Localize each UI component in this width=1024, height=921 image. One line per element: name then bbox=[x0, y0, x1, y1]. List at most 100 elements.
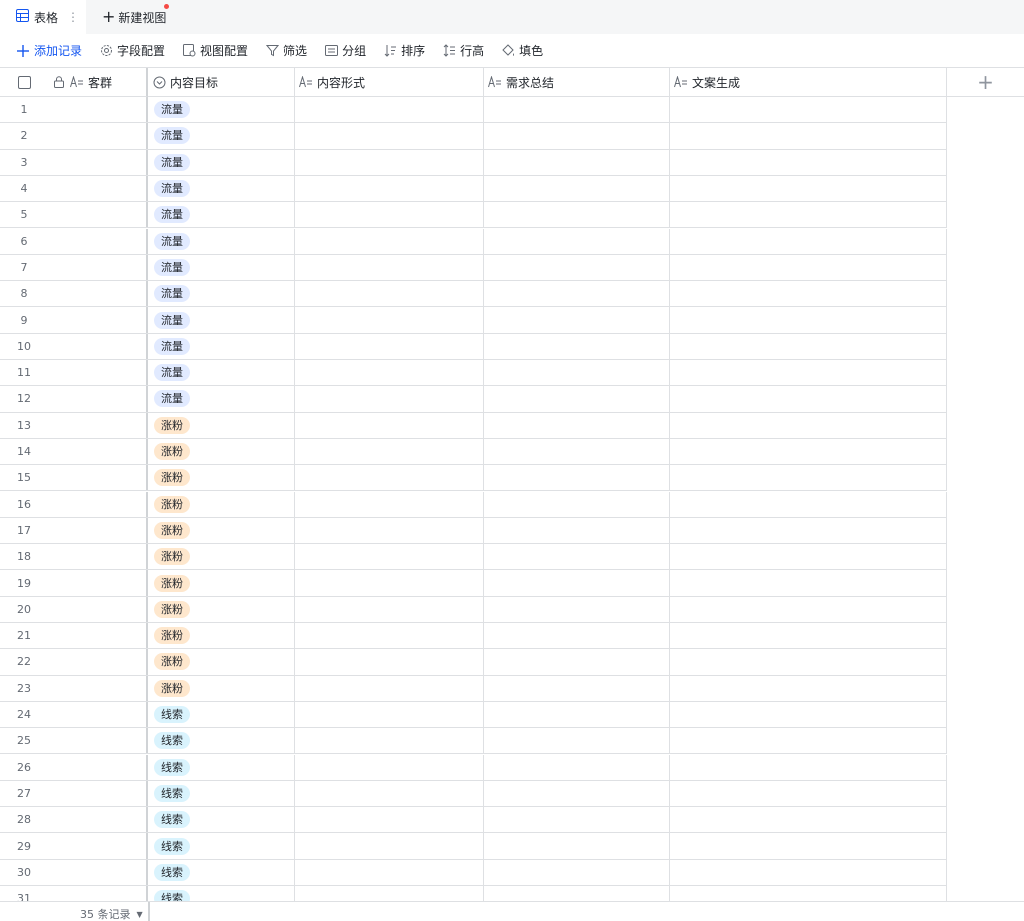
cell-copy[interactable] bbox=[670, 123, 947, 149]
cell-goal[interactable]: 流量 bbox=[148, 307, 295, 333]
table-row[interactable]: 10 流量 bbox=[0, 333, 947, 360]
cell-form[interactable] bbox=[295, 307, 484, 333]
cell-group[interactable] bbox=[48, 886, 148, 901]
cell-copy[interactable] bbox=[670, 754, 947, 780]
cell-copy[interactable] bbox=[670, 175, 947, 202]
table-row[interactable]: 8 流量 bbox=[0, 281, 947, 308]
cell-group[interactable] bbox=[48, 491, 148, 517]
table-row[interactable]: 21 涨粉 bbox=[0, 623, 947, 650]
cell-goal[interactable]: 涨粉 bbox=[148, 412, 295, 438]
table-row[interactable]: 9 流量 bbox=[0, 307, 947, 334]
cell-need[interactable] bbox=[484, 149, 670, 175]
cell-need[interactable] bbox=[484, 386, 670, 412]
cell-goal[interactable]: 线索 bbox=[148, 859, 295, 885]
cell-group[interactable] bbox=[48, 623, 148, 649]
cell-goal[interactable]: 涨粉 bbox=[148, 675, 295, 701]
cell-need[interactable] bbox=[484, 254, 670, 281]
cell-group[interactable] bbox=[48, 675, 148, 701]
cell-copy[interactable] bbox=[670, 465, 947, 491]
column-header-copy[interactable]: 文案生成 bbox=[670, 68, 947, 97]
cell-copy[interactable] bbox=[670, 623, 947, 649]
table-row[interactable]: 11 流量 bbox=[0, 360, 947, 387]
cell-form[interactable] bbox=[295, 754, 484, 780]
column-header-group[interactable]: 客群 bbox=[48, 68, 148, 97]
cell-form[interactable] bbox=[295, 886, 484, 901]
cell-group[interactable] bbox=[48, 544, 148, 570]
group-button[interactable]: 分组 bbox=[324, 42, 366, 59]
cell-need[interactable] bbox=[484, 728, 670, 754]
cell-form[interactable] bbox=[295, 859, 484, 885]
sort-button[interactable]: 排序 bbox=[383, 42, 425, 59]
cell-need[interactable] bbox=[484, 780, 670, 807]
cell-goal[interactable]: 流量 bbox=[148, 360, 295, 386]
cell-need[interactable] bbox=[484, 649, 670, 675]
cell-form[interactable] bbox=[295, 465, 484, 491]
cell-group[interactable] bbox=[48, 333, 148, 359]
table-row[interactable]: 18 涨粉 bbox=[0, 544, 947, 571]
cell-copy[interactable] bbox=[670, 807, 947, 833]
cell-need[interactable] bbox=[484, 623, 670, 649]
cell-copy[interactable] bbox=[670, 596, 947, 622]
cell-form[interactable] bbox=[295, 517, 484, 544]
cell-goal[interactable]: 涨粉 bbox=[148, 596, 295, 622]
cell-form[interactable] bbox=[295, 360, 484, 386]
cell-form[interactable] bbox=[295, 149, 484, 175]
cell-copy[interactable] bbox=[670, 886, 947, 901]
cell-goal[interactable]: 涨粉 bbox=[148, 438, 295, 465]
table-row[interactable]: 3 流量 bbox=[0, 149, 947, 176]
cell-copy[interactable] bbox=[670, 254, 947, 281]
add-column-button[interactable]: + bbox=[947, 68, 1024, 97]
cell-group[interactable] bbox=[48, 754, 148, 780]
cell-goal[interactable]: 流量 bbox=[148, 254, 295, 281]
cell-form[interactable] bbox=[295, 412, 484, 438]
cell-form[interactable] bbox=[295, 123, 484, 149]
table-row[interactable]: 22 涨粉 bbox=[0, 649, 947, 676]
cell-goal[interactable]: 涨粉 bbox=[148, 623, 295, 649]
cell-copy[interactable] bbox=[670, 333, 947, 359]
row-height-button[interactable]: 行高 bbox=[442, 42, 484, 59]
tab-table-view[interactable]: 表格 ⋮ bbox=[0, 0, 86, 34]
cell-goal[interactable]: 线索 bbox=[148, 886, 295, 901]
cell-copy[interactable] bbox=[670, 491, 947, 517]
cell-group[interactable] bbox=[48, 701, 148, 728]
cell-group[interactable] bbox=[48, 149, 148, 175]
cell-copy[interactable] bbox=[670, 360, 947, 386]
cell-form[interactable] bbox=[295, 254, 484, 281]
cell-group[interactable] bbox=[48, 438, 148, 465]
cell-group[interactable] bbox=[48, 649, 148, 675]
table-row[interactable]: 20 涨粉 bbox=[0, 596, 947, 623]
cell-form[interactable] bbox=[295, 807, 484, 833]
column-header-need[interactable]: 需求总结 bbox=[484, 68, 670, 97]
cell-copy[interactable] bbox=[670, 780, 947, 807]
cell-need[interactable] bbox=[484, 360, 670, 386]
table-row[interactable]: 23 涨粉 bbox=[0, 675, 947, 702]
cell-copy[interactable] bbox=[670, 307, 947, 333]
table-row[interactable]: 31 线索 bbox=[0, 886, 947, 901]
cell-form[interactable] bbox=[295, 649, 484, 675]
cell-form[interactable] bbox=[295, 728, 484, 754]
table-row[interactable]: 12 流量 bbox=[0, 386, 947, 413]
table-row[interactable]: 28 线索 bbox=[0, 807, 947, 834]
cell-need[interactable] bbox=[484, 465, 670, 491]
cell-goal[interactable]: 流量 bbox=[148, 333, 295, 359]
cell-form[interactable] bbox=[295, 780, 484, 807]
cell-copy[interactable] bbox=[670, 438, 947, 465]
cell-goal[interactable]: 涨粉 bbox=[148, 465, 295, 491]
table-row[interactable]: 29 线索 bbox=[0, 833, 947, 860]
cell-group[interactable] bbox=[48, 386, 148, 412]
cell-group[interactable] bbox=[48, 596, 148, 622]
cell-need[interactable] bbox=[484, 307, 670, 333]
cell-form[interactable] bbox=[295, 333, 484, 359]
cell-goal[interactable]: 流量 bbox=[148, 228, 295, 254]
cell-copy[interactable] bbox=[670, 833, 947, 859]
cell-need[interactable] bbox=[484, 412, 670, 438]
cell-goal[interactable]: 流量 bbox=[148, 97, 295, 123]
cell-need[interactable] bbox=[484, 228, 670, 254]
more-vertical-icon[interactable]: ⋮ bbox=[67, 11, 79, 23]
cell-form[interactable] bbox=[295, 544, 484, 570]
add-record-button[interactable]: 添加记录 bbox=[16, 42, 82, 59]
cell-goal[interactable]: 流量 bbox=[148, 123, 295, 149]
view-config-button[interactable]: 视图配置 bbox=[182, 42, 248, 59]
cell-goal[interactable]: 线索 bbox=[148, 701, 295, 728]
cell-goal[interactable]: 线索 bbox=[148, 754, 295, 780]
